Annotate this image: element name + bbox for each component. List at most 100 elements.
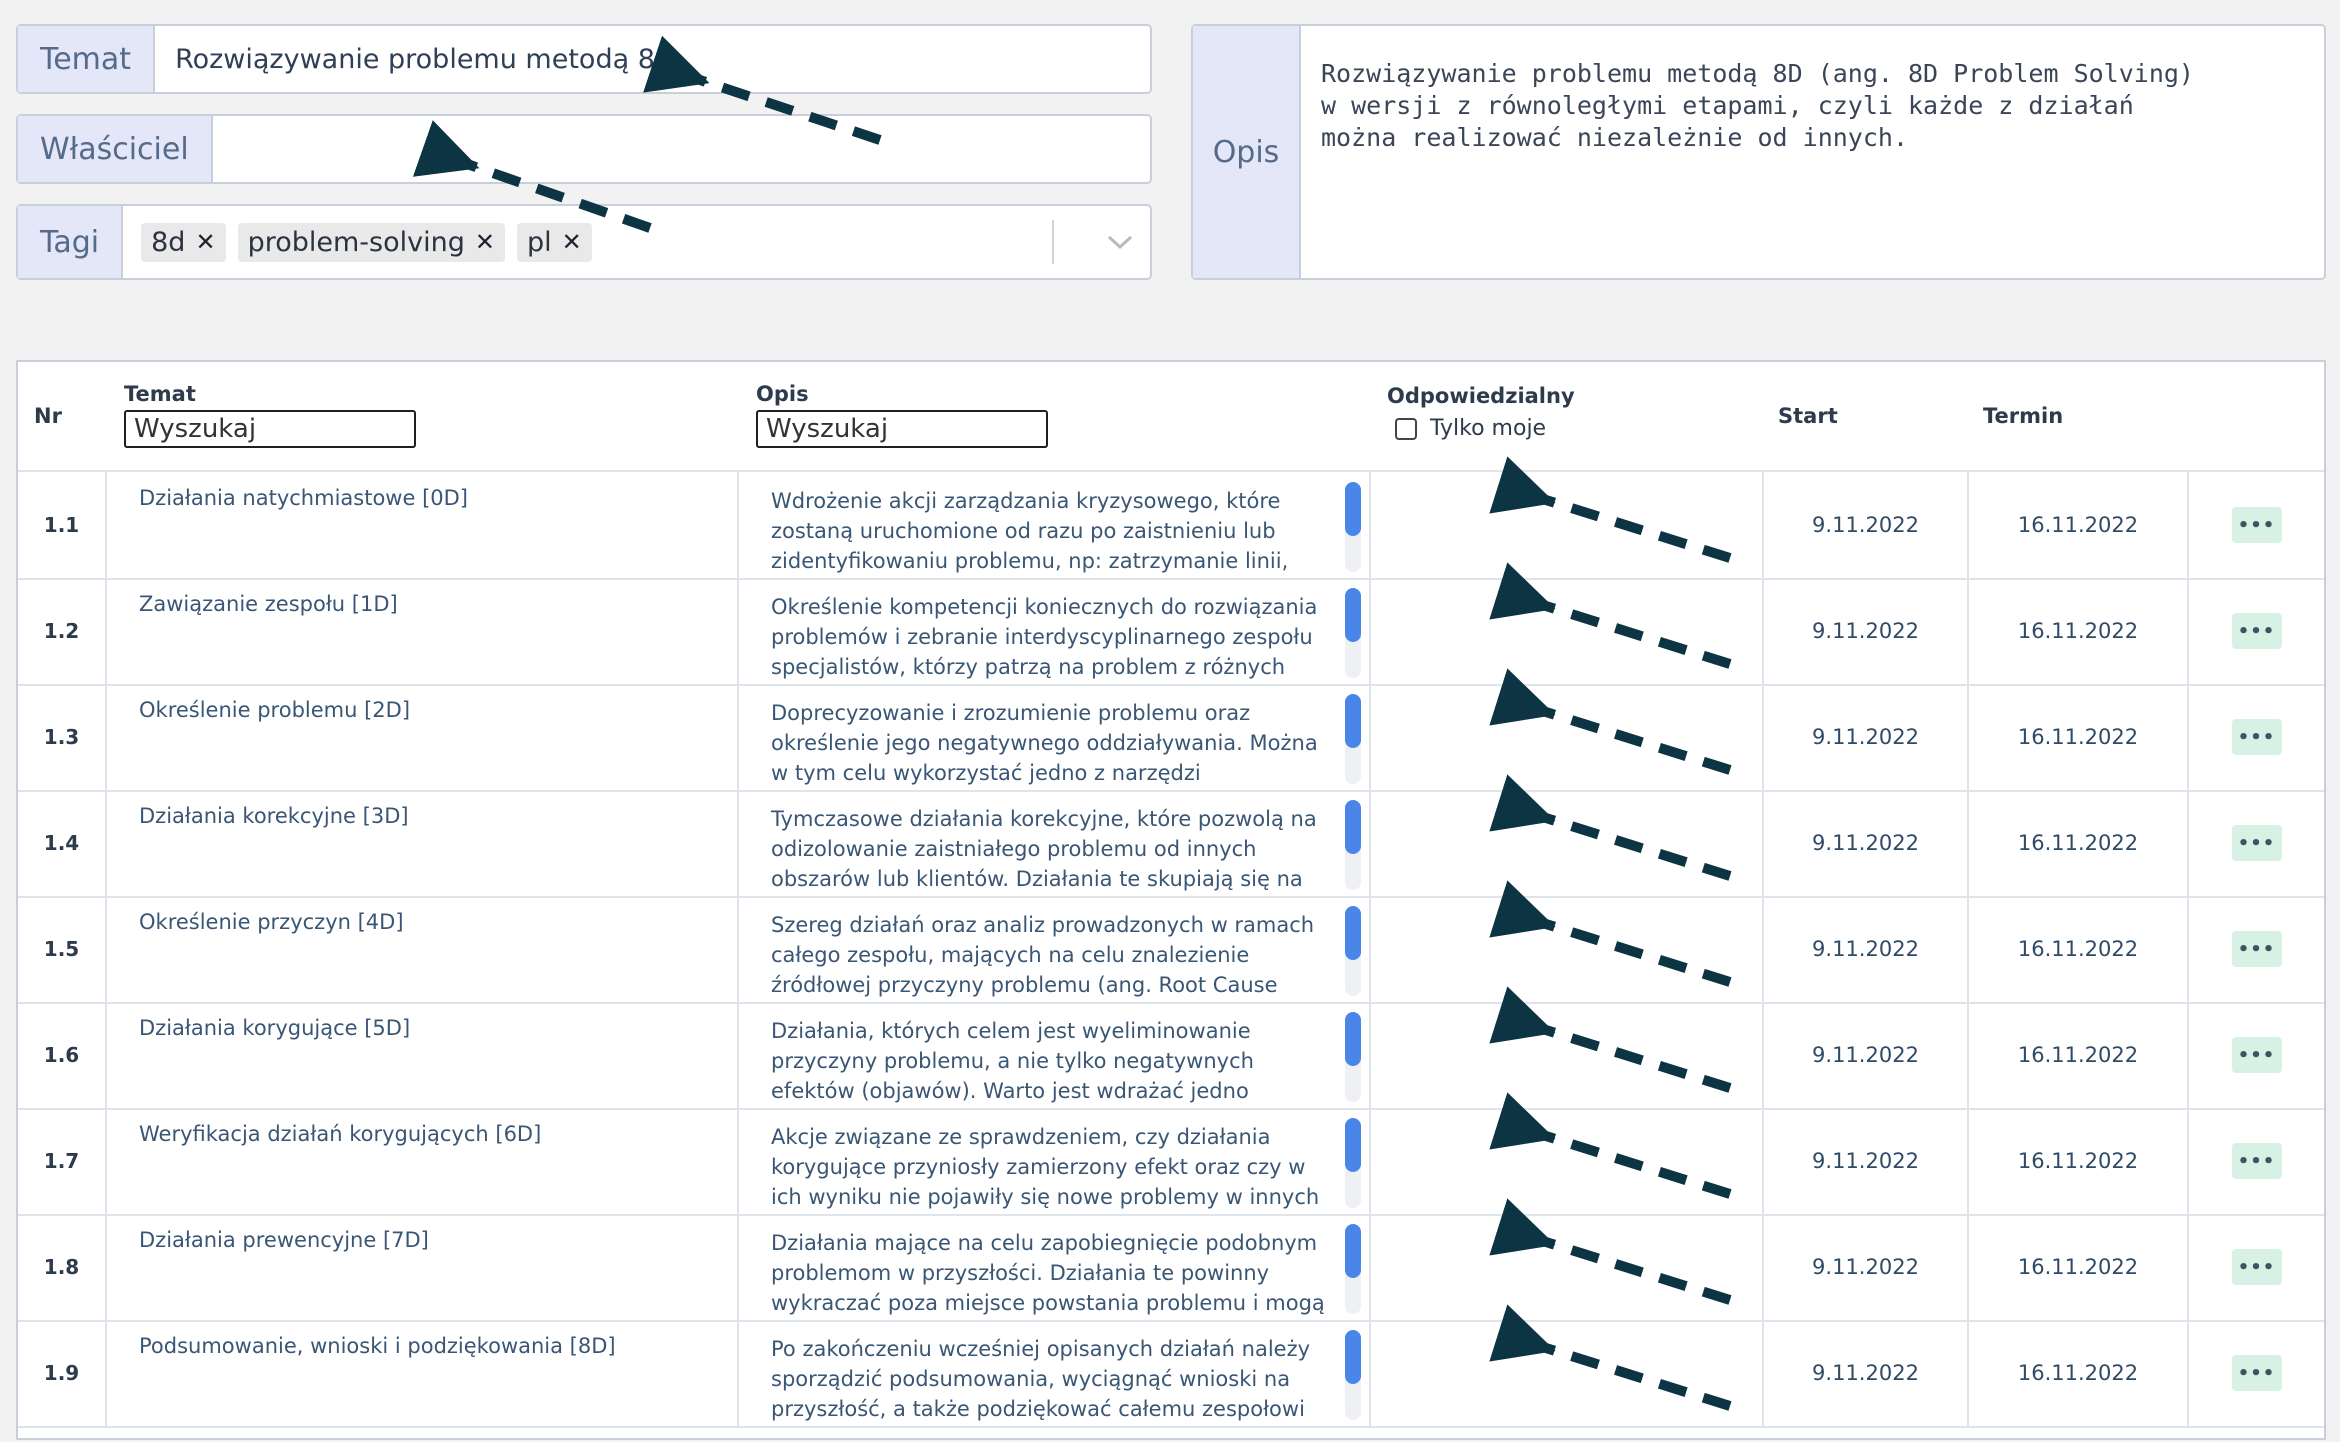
scroll-thumb[interactable] (1345, 694, 1361, 748)
opis-field: Opis Rozwiązywanie problemu metodą 8D (a… (1191, 24, 2326, 280)
row-odpowiedzialny[interactable] (1371, 578, 1764, 684)
row-opis-scrollbar[interactable] (1345, 800, 1361, 890)
more-horizontal-icon[interactable]: ••• (2231, 1037, 2282, 1073)
row-temat[interactable]: Określenie problemu [2D] (107, 684, 739, 790)
row-opis[interactable]: Działania, których celem jest wyeliminow… (739, 1002, 1371, 1108)
more-horizontal-icon[interactable]: ••• (2231, 1355, 2282, 1391)
table-row: 1.5 Określenie przyczyn [4D] Szereg działa… (18, 896, 2324, 1004)
scroll-thumb[interactable] (1345, 1330, 1361, 1384)
row-start: 9.11.2022 (1764, 1320, 1969, 1426)
scroll-thumb[interactable] (1345, 906, 1361, 960)
row-actions: ••• (2189, 578, 2324, 684)
row-opis[interactable]: Określenie kompetencji koniecznych do ro… (739, 578, 1371, 684)
row-start: 9.11.2022 (1764, 578, 1969, 684)
row-number: 1.2 (18, 578, 107, 684)
row-start: 9.11.2022 (1764, 1108, 1969, 1214)
row-actions: ••• (2189, 684, 2324, 790)
row-opis-scrollbar[interactable] (1345, 1330, 1361, 1420)
row-odpowiedzialny[interactable] (1371, 1002, 1764, 1108)
row-temat[interactable]: Działania prewencyjne [7D] (107, 1214, 739, 1320)
opis-textarea[interactable]: Rozwiązywanie problemu metodą 8D (ang. 8… (1301, 26, 2324, 278)
table-row: 1.1 Działania natychmiastowe [0D] Wdrożeni… (18, 472, 2324, 580)
scroll-thumb[interactable] (1345, 482, 1361, 536)
row-actions: ••• (2189, 472, 2324, 578)
scroll-thumb[interactable] (1345, 1118, 1361, 1172)
scroll-thumb[interactable] (1345, 1012, 1361, 1066)
row-temat[interactable]: Działania natychmiastowe [0D] (107, 472, 739, 578)
more-horizontal-icon[interactable]: ••• (2231, 1249, 2282, 1285)
row-number: 1.8 (18, 1214, 107, 1320)
temat-input[interactable]: Rozwiązywanie problemu metodą 8D (155, 26, 1150, 92)
chevron-down-icon[interactable] (1090, 206, 1150, 278)
row-opis[interactable]: Po zakończeniu wcześniej opisanych dział… (739, 1320, 1371, 1426)
table-row: 1.8 Działania prewencyjne [7D] Działania m… (18, 1214, 2324, 1322)
tags-select[interactable]: 8d ✕ problem-solving ✕ pl ✕ (123, 206, 1090, 278)
row-odpowiedzialny[interactable] (1371, 1108, 1764, 1214)
row-odpowiedzialny[interactable] (1371, 1320, 1764, 1426)
row-opis[interactable]: Działania mające na celu zapobiegnięcie … (739, 1214, 1371, 1320)
table-row: 1.7 Weryfikacja działań korygujących [6D]… (18, 1108, 2324, 1216)
row-opis[interactable]: Tymczasowe działania korekcyjne, które p… (739, 790, 1371, 896)
row-opis-text: Określenie kompetencji koniecznych do ro… (771, 595, 1318, 679)
temat-field: Temat Rozwiązywanie problemu metodą 8D (16, 24, 1152, 94)
wlasciciel-input[interactable] (213, 116, 1150, 182)
row-temat[interactable]: Podsumowanie, wnioski i podziękowania [8… (107, 1320, 739, 1426)
more-horizontal-icon[interactable]: ••• (2231, 825, 2282, 861)
row-opis[interactable]: Akcje związane ze sprawdzeniem, czy dzia… (739, 1108, 1371, 1214)
wlasciciel-field: Właściciel (16, 114, 1152, 184)
row-start: 9.11.2022 (1764, 790, 1969, 896)
table-header: Nr Temat Opis Odpowiedzialny Tylko moje … (18, 362, 2324, 472)
row-odpowiedzialny[interactable] (1371, 684, 1764, 790)
row-odpowiedzialny[interactable] (1371, 790, 1764, 896)
row-opis-scrollbar[interactable] (1345, 1224, 1361, 1314)
scroll-thumb[interactable] (1345, 588, 1361, 642)
row-number: 1.5 (18, 896, 107, 1002)
scroll-thumb[interactable] (1345, 1224, 1361, 1278)
more-horizontal-icon[interactable]: ••• (2231, 613, 2282, 649)
close-icon[interactable]: ✕ (195, 228, 215, 256)
header-termin: Termin (1983, 404, 2064, 428)
row-odpowiedzialny[interactable] (1371, 472, 1764, 578)
tag-chip: 8d ✕ (141, 222, 226, 262)
row-termin: 16.11.2022 (1969, 578, 2189, 684)
opis-search-input[interactable] (756, 410, 1048, 448)
more-horizontal-icon[interactable]: ••• (2231, 931, 2282, 967)
row-temat[interactable]: Działania korygujące [5D] (107, 1002, 739, 1108)
close-icon[interactable]: ✕ (562, 228, 582, 256)
tylko-moje-checkbox[interactable] (1395, 418, 1417, 440)
row-actions: ••• (2189, 1320, 2324, 1426)
row-actions: ••• (2189, 1002, 2324, 1108)
row-opis-scrollbar[interactable] (1345, 588, 1361, 678)
row-opis-scrollbar[interactable] (1345, 694, 1361, 784)
close-icon[interactable]: ✕ (475, 228, 495, 256)
row-odpowiedzialny[interactable] (1371, 896, 1764, 1002)
row-termin: 16.11.2022 (1969, 684, 2189, 790)
header-temat: Temat (124, 382, 196, 406)
row-opis-text: Po zakończeniu wcześniej opisanych dział… (771, 1337, 1311, 1421)
row-odpowiedzialny[interactable] (1371, 1214, 1764, 1320)
row-opis[interactable]: Szereg działań oraz analiz prowadzonych … (739, 896, 1371, 1002)
row-opis[interactable]: Doprecyzowanie i zrozumienie problemu or… (739, 684, 1371, 790)
temat-search-input[interactable] (124, 410, 416, 448)
row-termin: 16.11.2022 (1969, 472, 2189, 578)
more-horizontal-icon[interactable]: ••• (2231, 719, 2282, 755)
row-start: 9.11.2022 (1764, 684, 1969, 790)
scroll-thumb[interactable] (1345, 800, 1361, 854)
row-opis-text: Działania mające na celu zapobiegnięcie … (771, 1231, 1325, 1315)
row-opis-scrollbar[interactable] (1345, 482, 1361, 572)
row-termin: 16.11.2022 (1969, 896, 2189, 1002)
row-opis-scrollbar[interactable] (1345, 1012, 1361, 1102)
row-start: 9.11.2022 (1764, 1002, 1969, 1108)
more-horizontal-icon[interactable]: ••• (2231, 1143, 2282, 1179)
row-opis-scrollbar[interactable] (1345, 1118, 1361, 1208)
row-temat[interactable]: Działania korekcyjne [3D] (107, 790, 739, 896)
tags-divider (1052, 220, 1054, 264)
row-temat[interactable]: Określenie przyczyn [4D] (107, 896, 739, 1002)
row-opis-scrollbar[interactable] (1345, 906, 1361, 996)
row-opis[interactable]: Wdrożenie akcji zarządzania kryzysowego,… (739, 472, 1371, 578)
row-start: 9.11.2022 (1764, 472, 1969, 578)
row-termin: 16.11.2022 (1969, 1214, 2189, 1320)
row-temat[interactable]: Zawiązanie zespołu [1D] (107, 578, 739, 684)
more-horizontal-icon[interactable]: ••• (2231, 507, 2282, 543)
row-temat[interactable]: Weryfikacja działań korygujących [6D] (107, 1108, 739, 1214)
